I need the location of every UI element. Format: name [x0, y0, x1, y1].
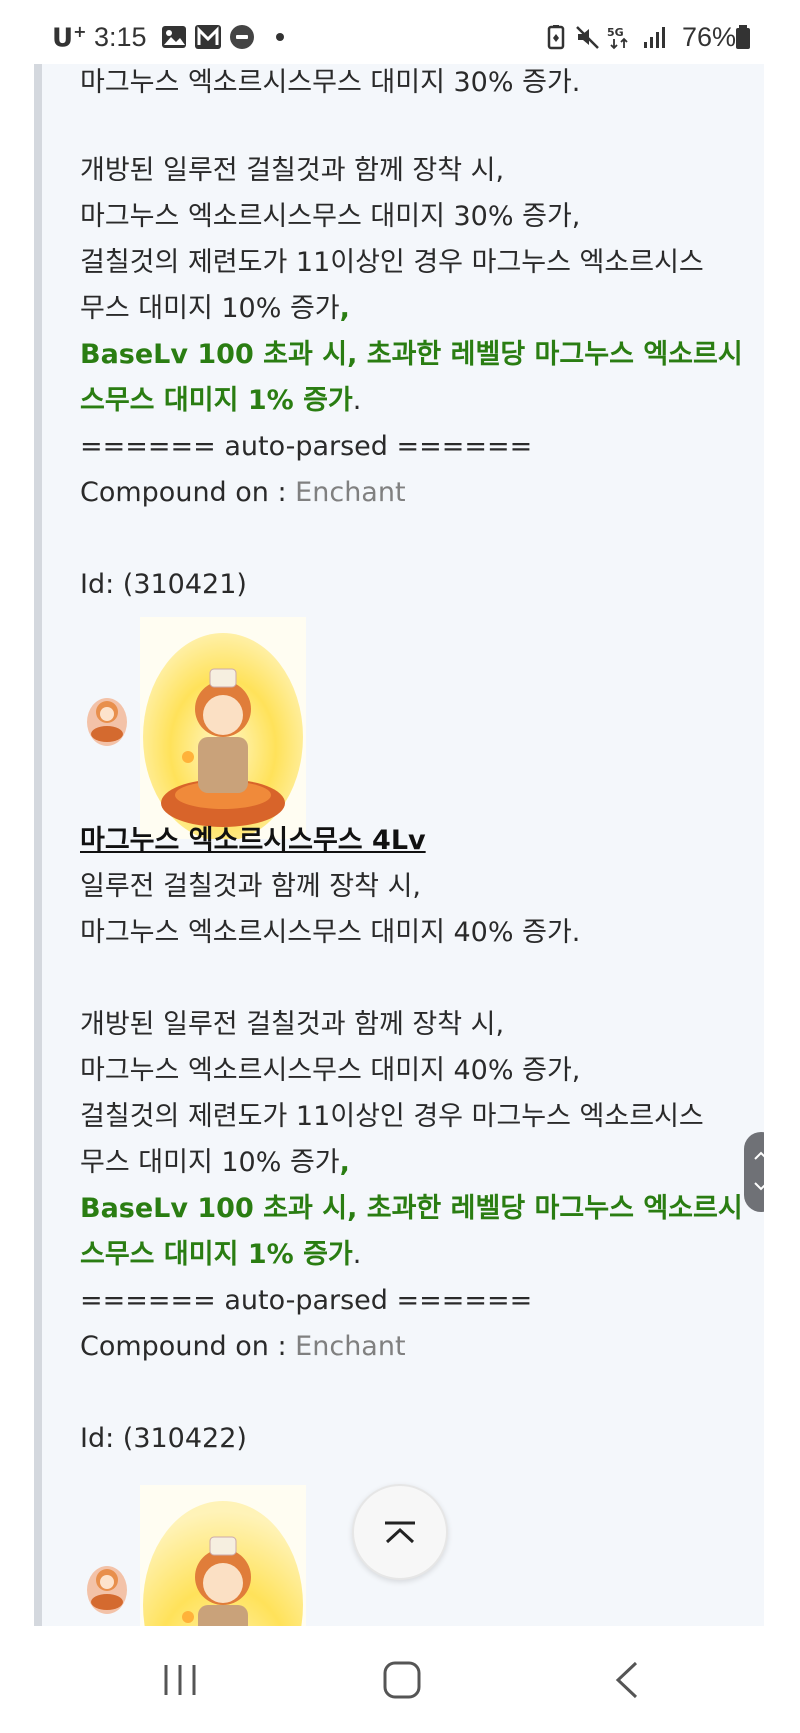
item-id: Id: (310421) [80, 569, 247, 600]
effect-line: 무스 대미지 10% 증가, [80, 1147, 350, 1178]
svg-text:5G: 5G [607, 26, 624, 39]
signal-strength-icon [644, 27, 665, 48]
card-icon[interactable] [80, 688, 134, 750]
skill-title-link[interactable]: 마그누스 엑소르시스무스 4Lv [80, 818, 426, 864]
gallery-notification-icon [162, 26, 186, 48]
back-to-top-button[interactable] [352, 1484, 448, 1580]
baselv-bonus-line: BaseLv 100 초과 시, 초과한 레벨당 마그누스 엑소르시 [80, 1193, 743, 1224]
quote-rule [34, 64, 42, 1626]
baselv-bonus-line: BaseLv 100 초과 시, 초과한 레벨당 마그누스 엑소르시 [80, 339, 743, 370]
effect-line: 마그누스 엑소르시스무스 대미지 40% 증가, [80, 1055, 581, 1086]
app-notification-icon [230, 25, 254, 49]
battery-saver-icon [547, 25, 565, 50]
clock: 3:15 [94, 22, 147, 52]
effect-line: 마그누스 엑소르시스무스 대미지 30% 증가, [80, 201, 581, 232]
fast-scroll-handle[interactable] [744, 1132, 764, 1212]
effect-line: 개방된 일루전 걸칠것과 함께 장착 시, [80, 155, 505, 186]
network-5g-icon: 5G [607, 26, 628, 50]
battery-icon [736, 25, 750, 49]
status-bar: U+ 3:15 5G 76% [0, 0, 800, 64]
more-notifications-dot-icon [276, 33, 284, 41]
battery-percent: 76% [681, 22, 736, 52]
back-icon[interactable] [612, 1660, 642, 1700]
compound-line: Compound on : Enchant [80, 477, 406, 508]
card-icon[interactable] [80, 1556, 134, 1618]
effect-line: 개방된 일루전 걸칠것과 함께 장착 시, [80, 1009, 505, 1040]
post-content: 마그누스 엑소르시스무스 대미지 30% 증가. 개방된 일루전 걸칠것과 함께… [34, 64, 764, 1626]
mute-icon [576, 26, 599, 49]
effect-line: 일루전 걸칠것과 함께 장착 시, [80, 871, 421, 902]
compound-line: Compound on : Enchant [80, 1331, 406, 1362]
baselv-bonus-line: 스무스 대미지 1% 증가. [80, 385, 362, 416]
recent-apps-icon[interactable] [160, 1662, 200, 1698]
effect-line: 무스 대미지 10% 증가, [80, 293, 350, 324]
card-illustration[interactable] [140, 1485, 306, 1626]
baselv-bonus-line: 스무스 대미지 1% 증가. [80, 1239, 362, 1270]
auto-parsed-divider: ====== auto-parsed ====== [80, 1285, 533, 1316]
gmail-notification-icon [195, 25, 221, 49]
chevron-down-icon [754, 1182, 764, 1191]
effect-line: 걸칠것의 제련도가 11이상인 경우 마그누스 엑소르시스 [80, 1101, 704, 1132]
effect-line: 마그누스 엑소르시스무스 대미지 30% 증가. [80, 67, 581, 98]
effect-line: 마그누스 엑소르시스무스 대미지 40% 증가. [80, 917, 581, 948]
carrier-label: U+ [52, 22, 87, 54]
auto-parsed-divider: ====== auto-parsed ====== [80, 431, 533, 462]
item-id: Id: (310422) [80, 1423, 247, 1454]
chevron-up-icon [754, 1151, 764, 1160]
effect-line: 걸칠것의 제련도가 11이상인 경우 마그누스 엑소르시스 [80, 247, 704, 278]
system-navigation-bar [0, 1626, 800, 1733]
home-icon[interactable] [382, 1660, 422, 1700]
card-illustration[interactable] [140, 617, 306, 839]
back-to-top-icon [385, 1521, 415, 1544]
